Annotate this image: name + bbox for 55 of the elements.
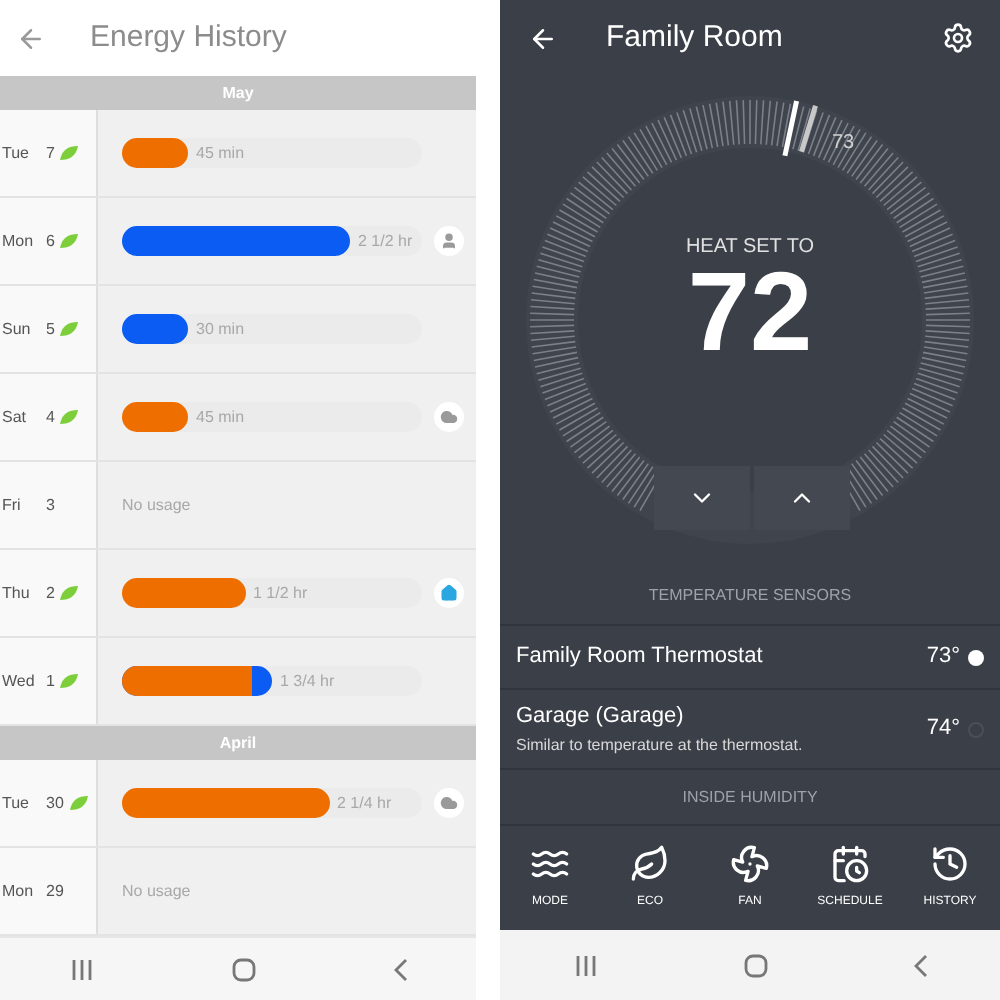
date-label: 5 xyxy=(46,317,55,341)
date-label: 30 xyxy=(46,791,64,815)
date-label: 4 xyxy=(46,405,55,429)
weekday-label: Sun xyxy=(2,317,33,341)
settings-icon[interactable] xyxy=(942,22,974,54)
date-label: 29 xyxy=(46,879,64,903)
date-label: 2 xyxy=(46,581,55,605)
duration-label: 1 3/4 hr xyxy=(280,669,335,693)
screen-title: Energy History xyxy=(90,17,287,58)
cloud-icon xyxy=(434,402,464,432)
duration-label: No usage xyxy=(122,879,191,903)
duration-label: 1 1/2 hr xyxy=(253,581,308,605)
home-icon[interactable] xyxy=(231,957,255,981)
sensor-name: Family Room Thermostat xyxy=(516,642,763,673)
duration-label: 45 min xyxy=(196,405,245,429)
recent-apps-icon[interactable] xyxy=(573,955,597,975)
mode-label: HEAT SET TO xyxy=(683,234,817,262)
duration-label: 30 min xyxy=(196,317,245,341)
duration-label: 45 min xyxy=(196,141,245,165)
weekday-label: Sat xyxy=(2,405,29,429)
duration-label: No usage xyxy=(122,493,191,517)
sensor-temperature: 74° xyxy=(926,714,960,745)
duration-label: 2 1/4 hr xyxy=(337,791,392,815)
clock-icon xyxy=(930,844,970,884)
fan-icon xyxy=(730,844,770,884)
weekday-label: Tue xyxy=(2,141,31,165)
house-icon xyxy=(434,578,464,608)
sensor-temperature: 73° xyxy=(926,642,960,673)
back-icon[interactable] xyxy=(913,953,927,977)
weekday-label: Tue xyxy=(2,791,31,815)
person-icon xyxy=(434,226,464,256)
weekday-label: Wed xyxy=(2,669,37,693)
section-header: INSIDE HUMIDITY xyxy=(680,785,820,809)
section-header: TEMPERATURE SENSORS xyxy=(500,566,1000,626)
duration-label: 2 1/2 hr xyxy=(358,229,413,253)
date-label: 7 xyxy=(46,141,55,165)
room-title: Family Room xyxy=(606,17,783,58)
date-label: 1 xyxy=(46,669,55,693)
recent-apps-icon[interactable] xyxy=(69,959,93,979)
month-header: April xyxy=(0,726,476,760)
calendar-icon xyxy=(830,844,870,884)
weekday-label: Mon xyxy=(2,229,36,253)
current-temperature: 73 xyxy=(832,130,855,158)
back-icon[interactable] xyxy=(393,957,407,981)
date-label: 3 xyxy=(46,493,55,517)
leaf-icon xyxy=(630,844,670,884)
weekday-label: Fri xyxy=(2,493,23,517)
weekday-label: Thu xyxy=(2,581,32,605)
home-icon[interactable] xyxy=(743,953,767,977)
sensor-name: Garage (Garage) xyxy=(516,702,686,733)
sensor-note: Similar to temperature at the thermostat. xyxy=(516,733,803,758)
date-label: 6 xyxy=(46,229,55,253)
weekday-label: Mon xyxy=(2,879,36,903)
cloud-icon xyxy=(434,788,464,818)
month-header: May xyxy=(0,76,476,110)
